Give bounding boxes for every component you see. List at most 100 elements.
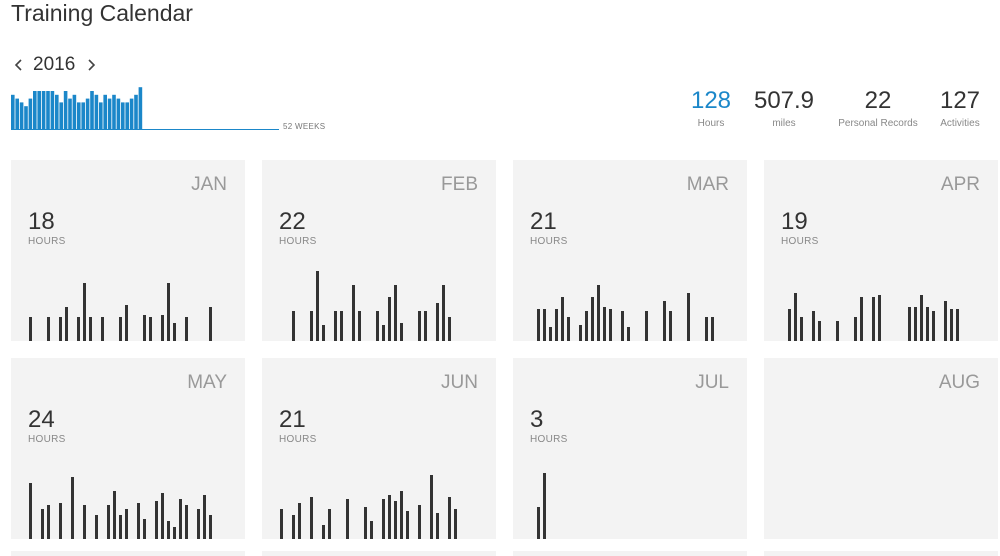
activity-bar[interactable] <box>442 285 445 341</box>
activity-bar[interactable] <box>143 519 146 539</box>
week-bar[interactable] <box>138 87 143 129</box>
activity-bar[interactable] <box>298 503 301 539</box>
activity-bar[interactable] <box>83 283 86 341</box>
week-bar[interactable] <box>134 94 138 129</box>
activity-bar[interactable] <box>185 505 188 539</box>
month-card-dec-partial[interactable] <box>764 551 998 556</box>
activity-bar[interactable] <box>448 497 451 539</box>
activity-bar[interactable] <box>669 311 672 341</box>
activity-bar[interactable] <box>956 309 959 341</box>
activity-bar[interactable] <box>71 477 74 539</box>
activity-bar[interactable] <box>149 317 152 341</box>
week-bar[interactable] <box>15 98 19 129</box>
activity-bar[interactable] <box>794 293 797 341</box>
chevron-right-icon[interactable] <box>83 55 99 75</box>
activity-bar[interactable] <box>310 311 313 341</box>
activity-bar[interactable] <box>167 521 170 539</box>
activity-bar[interactable] <box>161 315 164 341</box>
activity-bar[interactable] <box>950 309 953 341</box>
activity-bar[interactable] <box>382 325 385 341</box>
week-bar[interactable] <box>112 94 116 129</box>
week-bar[interactable] <box>129 98 134 129</box>
activity-bar[interactable] <box>788 309 791 341</box>
activity-bar[interactable] <box>591 297 594 341</box>
activity-bar[interactable] <box>143 315 146 341</box>
weeks-bar-chart[interactable] <box>11 84 283 132</box>
week-bar[interactable] <box>24 106 28 129</box>
activity-bar[interactable] <box>860 297 863 341</box>
chevron-left-icon[interactable] <box>11 55 27 75</box>
activity-bar[interactable] <box>59 317 62 341</box>
activity-bar[interactable] <box>436 513 439 539</box>
activity-bar[interactable] <box>597 285 600 341</box>
activity-bar[interactable] <box>47 317 50 341</box>
activity-bar[interactable] <box>555 309 558 341</box>
activity-bar[interactable] <box>663 301 666 341</box>
activity-bar[interactable] <box>394 285 397 341</box>
activity-bar[interactable] <box>113 491 116 539</box>
week-bar[interactable] <box>19 102 24 129</box>
activity-bar[interactable] <box>800 317 803 341</box>
activity-bar[interactable] <box>418 311 421 341</box>
activity-bar[interactable] <box>59 503 62 539</box>
activity-bar[interactable] <box>436 303 439 341</box>
activity-bar[interactable] <box>687 293 690 341</box>
activity-bar[interactable] <box>406 511 409 539</box>
activity-bar[interactable] <box>627 327 630 341</box>
activity-bar[interactable] <box>818 321 821 341</box>
activity-bar[interactable] <box>537 309 540 341</box>
activity-bar[interactable] <box>543 473 546 539</box>
activity-bar[interactable] <box>812 311 815 341</box>
activity-bar[interactable] <box>185 317 188 341</box>
activity-bar[interactable] <box>388 297 391 341</box>
activity-bar[interactable] <box>549 327 552 341</box>
activity-bar[interactable] <box>89 317 92 341</box>
activity-bar[interactable] <box>537 507 540 539</box>
week-bar[interactable] <box>68 98 72 129</box>
week-bar[interactable] <box>85 98 90 129</box>
activity-bar[interactable] <box>424 311 427 341</box>
activity-bar[interactable] <box>382 499 385 539</box>
activity-bar[interactable] <box>173 527 176 539</box>
week-bar[interactable] <box>94 94 99 129</box>
activity-bar[interactable] <box>328 509 331 539</box>
activity-bar[interactable] <box>346 499 349 539</box>
activity-bar[interactable] <box>914 307 917 341</box>
activity-bar[interactable] <box>197 509 200 539</box>
activity-bar[interactable] <box>579 325 582 341</box>
activity-bar[interactable] <box>137 503 140 539</box>
activity-bar[interactable] <box>95 515 98 539</box>
activity-bar[interactable] <box>358 311 361 341</box>
activity-bar[interactable] <box>448 317 451 341</box>
activity-bar[interactable] <box>711 317 714 341</box>
activity-bar[interactable] <box>41 509 44 539</box>
activity-bar[interactable] <box>340 311 343 341</box>
week-bar[interactable] <box>46 91 50 129</box>
activity-bar[interactable] <box>561 297 564 341</box>
activity-bar[interactable] <box>705 317 708 341</box>
month-card-sep-partial[interactable] <box>11 551 245 556</box>
activity-bar[interactable] <box>388 495 391 539</box>
month-card-feb[interactable]: FEB 22 HOURS <box>262 160 496 341</box>
activity-bar[interactable] <box>872 297 875 341</box>
month-card-jun[interactable]: JUN 21 HOURS <box>262 358 496 539</box>
month-card-oct-partial[interactable] <box>262 551 496 556</box>
week-bar[interactable] <box>11 94 15 129</box>
activity-bar[interactable] <box>280 509 283 539</box>
activity-bar[interactable] <box>316 271 319 341</box>
activity-bar[interactable] <box>155 501 158 539</box>
week-bar[interactable] <box>99 102 103 129</box>
activity-bar[interactable] <box>161 493 164 539</box>
month-card-may[interactable]: MAY 24 HOURS <box>11 358 245 539</box>
activity-bar[interactable] <box>101 317 104 341</box>
week-bar[interactable] <box>103 94 107 129</box>
week-bar[interactable] <box>77 102 81 129</box>
week-bar[interactable] <box>72 94 77 129</box>
activity-bar[interactable] <box>125 509 128 539</box>
activity-bar[interactable] <box>292 311 295 341</box>
activity-bar[interactable] <box>603 307 606 341</box>
activity-bar[interactable] <box>364 507 367 539</box>
activity-bar[interactable] <box>418 505 421 539</box>
month-card-jul[interactable]: JUL 3 HOURS <box>513 358 747 539</box>
activity-bar[interactable] <box>454 509 457 539</box>
